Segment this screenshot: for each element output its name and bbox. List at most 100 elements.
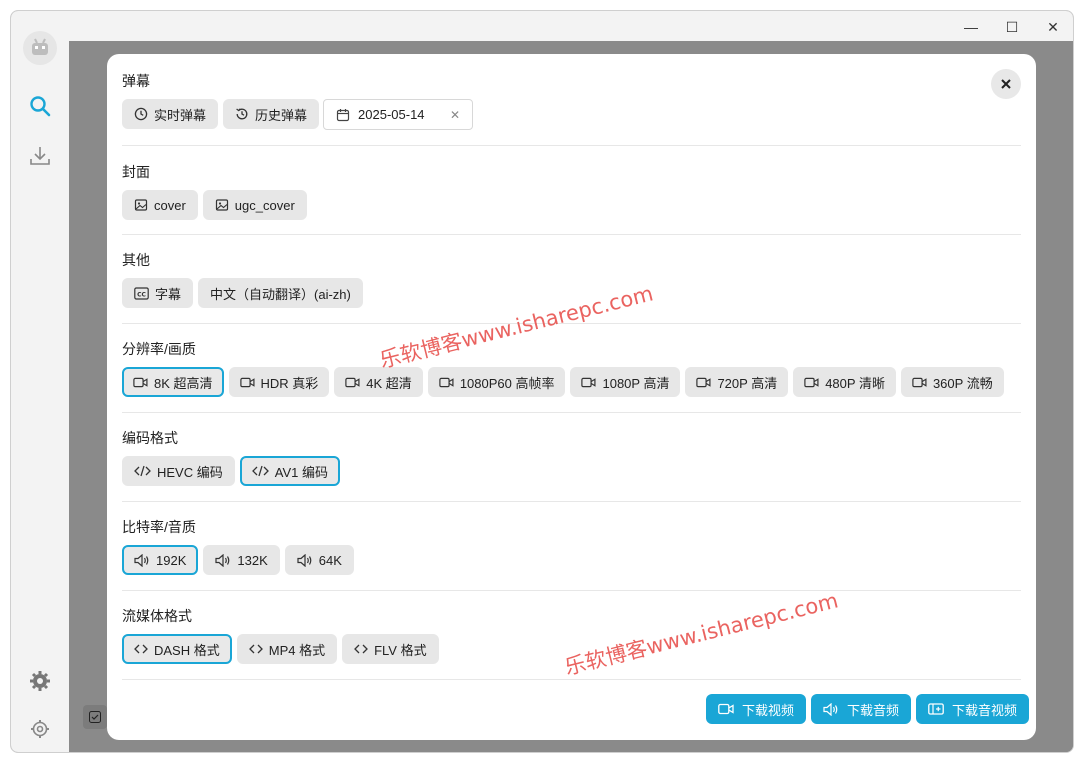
- resolution-option[interactable]: 8K 超高清: [122, 367, 224, 397]
- image-icon: [215, 199, 228, 211]
- download-audio-button[interactable]: 下载音频: [811, 694, 912, 724]
- date-value: 2025-05-14: [358, 107, 425, 122]
- brackets-icon: [354, 644, 368, 654]
- video-camera-icon: [718, 703, 734, 715]
- sidebar: [11, 31, 69, 752]
- chip-label: 实时弹幕: [154, 107, 207, 123]
- sidebar-item-plugin[interactable]: [25, 666, 55, 696]
- chip-label: FLV 格式: [374, 642, 427, 658]
- video-camera-icon: [696, 377, 711, 387]
- section-title: 分辨率/画质: [122, 341, 196, 357]
- bitrate-option[interactable]: 132K: [203, 545, 280, 575]
- date-picker[interactable]: 2025-05-14 ✕: [323, 99, 474, 130]
- settings-icon: [31, 720, 49, 738]
- closed-caption-icon: CC: [134, 286, 149, 300]
- resolution-option[interactable]: 720P 高清: [685, 367, 789, 397]
- resolution-option[interactable]: HDR 真彩: [228, 367, 330, 397]
- chip-label: 720P 高清: [717, 375, 778, 391]
- section-title: 比特率/音质: [122, 519, 196, 535]
- resolution-option[interactable]: 1080P 高清: [570, 367, 681, 397]
- section-title: 封面: [122, 164, 150, 180]
- divider: [122, 412, 1021, 413]
- codec-option[interactable]: HEVC 编码: [122, 456, 235, 486]
- sidebar-item-download[interactable]: [25, 141, 55, 171]
- stream-format-option[interactable]: MP4 格式: [236, 634, 338, 664]
- chip-label: 字幕: [155, 286, 182, 302]
- code-icon: [251, 465, 269, 477]
- danmaku-section: 弹幕 实时弹幕 历史弹幕 2025-05-14 ✕: [122, 71, 1021, 130]
- chip-label: 64K: [318, 552, 342, 568]
- image-icon: [134, 199, 148, 211]
- bitrate-option[interactable]: 192K: [122, 545, 199, 575]
- chip-label: 192K: [156, 552, 187, 568]
- resolution-option[interactable]: 480P 清晰: [793, 367, 896, 397]
- section-title: 流媒体格式: [122, 608, 192, 624]
- realtime-danmaku-button[interactable]: 实时弹幕: [122, 99, 219, 129]
- history-danmaku-button[interactable]: 历史弹幕: [223, 99, 320, 129]
- chip-label: DASH 格式: [154, 642, 220, 658]
- brackets-icon: [248, 644, 263, 654]
- divider: [122, 145, 1021, 146]
- calendar-icon: [336, 108, 350, 121]
- video-camera-icon: [133, 377, 148, 387]
- button-label: 下载视频: [742, 702, 795, 718]
- download-options-dialog: 弹幕 实时弹幕 历史弹幕 2025-05-14 ✕ 封面 cover ugc_c…: [107, 54, 1036, 740]
- divider: [122, 234, 1021, 235]
- chip-label: 132K: [237, 552, 268, 568]
- resolution-section: 分辨率/画质 8K 超高清 HDR 真彩 4K 超清 1080P60 高帧率 1080P…: [122, 339, 1021, 397]
- minimize-button[interactable]: —: [951, 14, 991, 40]
- stream-format-option[interactable]: DASH 格式: [122, 634, 232, 664]
- button-label: 下载音视频: [952, 702, 1018, 718]
- title-bar: — ☐ ✕: [11, 11, 1073, 41]
- speaker-icon: [215, 553, 230, 567]
- chip-label: 1080P60 高帧率: [459, 375, 555, 391]
- divider: [122, 590, 1021, 591]
- brackets-icon: [134, 644, 148, 654]
- search-icon: [30, 96, 51, 117]
- video-camera-icon: [239, 377, 255, 387]
- sidebar-item-search[interactable]: [25, 91, 55, 121]
- code-icon: [134, 465, 151, 477]
- chip-label: AV1 编码: [274, 464, 328, 480]
- section-title: 弹幕: [122, 73, 150, 89]
- sidebar-item-settings[interactable]: [25, 714, 55, 744]
- video-camera-icon: [439, 377, 454, 387]
- speaker-icon: [297, 553, 312, 567]
- close-window-button[interactable]: ✕: [1033, 14, 1073, 40]
- download-icon: [30, 147, 50, 165]
- chip-label: 1080P 高清: [602, 375, 670, 391]
- chip-label: 中文（自动翻译）(ai-zh): [210, 286, 351, 302]
- chip-label: 4K 超清: [366, 375, 412, 391]
- subtitle-button[interactable]: CC 字幕: [122, 278, 194, 308]
- download-audio-video-button[interactable]: 下载音视频: [916, 694, 1030, 724]
- video-camera-icon: [345, 377, 360, 387]
- bitrate-section: 比特率/音质 192K 132K 64K: [122, 517, 1021, 575]
- chip-label: cover: [154, 197, 186, 213]
- checkbox-icon: [89, 711, 101, 723]
- avatar[interactable]: [23, 31, 57, 65]
- chip-label: 历史弹幕: [255, 107, 308, 123]
- section-title: 编码格式: [122, 430, 178, 446]
- maximize-button[interactable]: ☐: [992, 14, 1032, 40]
- dialog-actions: 下载视频 下载音频 下载音视频: [706, 694, 1030, 724]
- download-video-button[interactable]: 下载视频: [706, 694, 807, 724]
- codec-option[interactable]: AV1 编码: [239, 456, 340, 486]
- video-camera-icon: [581, 377, 596, 387]
- chip-label: 8K 超高清: [154, 375, 213, 391]
- chip-label: HDR 真彩: [260, 375, 319, 391]
- subtitle-language-button[interactable]: 中文（自动翻译）(ai-zh): [198, 278, 363, 308]
- svg-text:CC: CC: [137, 291, 146, 298]
- stream-format-option[interactable]: FLV 格式: [342, 634, 439, 664]
- chip-label: HEVC 编码: [157, 464, 223, 480]
- resolution-option[interactable]: 360P 流畅: [900, 367, 1004, 397]
- cover-button[interactable]: cover: [122, 190, 198, 220]
- divider: [122, 501, 1021, 502]
- ugc-cover-button[interactable]: ugc_cover: [202, 190, 307, 220]
- codec-section: 编码格式 HEVC 编码 AV1 编码: [122, 428, 1021, 486]
- chip-label: 360P 流畅: [932, 375, 993, 391]
- resolution-option[interactable]: 1080P60 高帧率: [427, 367, 566, 397]
- bitrate-option[interactable]: 64K: [284, 545, 354, 575]
- resolution-option[interactable]: 4K 超清: [334, 367, 423, 397]
- speaker-icon: [134, 553, 149, 567]
- clear-date-icon[interactable]: ✕: [450, 108, 460, 122]
